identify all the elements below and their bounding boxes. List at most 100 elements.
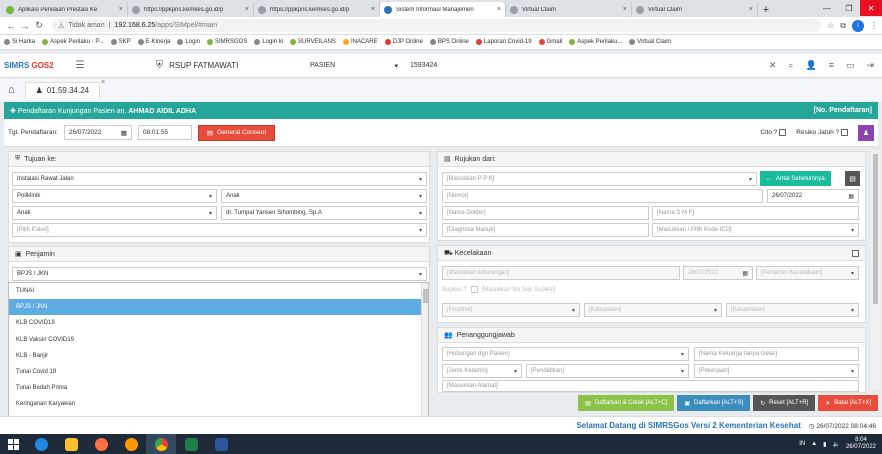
hubungan-select[interactable]: [Hubungan dgn Pasien] ▾: [442, 347, 689, 361]
calendar-icon[interactable]: ▦: [742, 270, 748, 277]
resiko-checkbox[interactable]: [841, 128, 848, 136]
bookmark-item[interactable]: DJP Online: [384, 39, 423, 45]
poli-select[interactable]: Anak ▾: [221, 189, 427, 203]
kecamatan-select[interactable]: [Kecamatan] ▾: [726, 303, 859, 317]
menu-icon[interactable]: ⋮: [870, 21, 878, 30]
rujukan-date-input[interactable]: 26/07/2022 ▦: [767, 189, 859, 203]
nomor-input[interactable]: [Nomor]: [442, 189, 763, 203]
daftar-cetak-button[interactable]: ▤ Daftarkan & Cetak [ALT+C]: [578, 395, 675, 411]
taskbar-clock[interactable]: 8:04 26/07/2022: [846, 437, 876, 451]
bookmark-item[interactable]: Laporan Covid-19: [475, 39, 532, 45]
dokter-select[interactable]: dr. Tumpal Yansen Sihombing, Sp.A ▾: [221, 206, 427, 220]
bookmark-item[interactable]: SKP: [110, 39, 131, 45]
bookmark-item[interactable]: Login: [177, 39, 200, 45]
dropdown-option[interactable]: TUNAI: [9, 283, 428, 299]
excel-icon[interactable]: [176, 434, 206, 454]
kecelakaan-checkbox[interactable]: [852, 249, 859, 257]
browser-tab-active[interactable]: Sistem Informasi Manajemen ×: [380, 2, 506, 17]
dropdown-option-selected[interactable]: BPJS / JKN: [9, 299, 428, 316]
kecelakaan-date-input[interactable]: 26/07/2022 ▦: [683, 266, 753, 280]
close-icon[interactable]: ×: [101, 79, 105, 86]
bookmark-item[interactable]: Si Harka: [4, 39, 35, 45]
star-icon[interactable]: ☆: [827, 21, 834, 30]
close-icon[interactable]: ×: [497, 6, 501, 13]
search-icon[interactable]: ⌕: [788, 60, 793, 71]
logout-icon[interactable]: ⇥: [866, 60, 874, 71]
minimize-button[interactable]: —: [816, 0, 838, 16]
bookmark-item[interactable]: Aspek Perilaku...: [569, 39, 622, 45]
language-indicator[interactable]: IN: [799, 441, 805, 447]
search-type-select[interactable]: PASIEN ▾: [310, 62, 402, 70]
list-icon[interactable]: ≡: [829, 60, 834, 71]
ppk-input[interactable]: [Masukkan P P K] ▾: [442, 172, 757, 186]
user-action-button[interactable]: ♟: [858, 124, 874, 141]
page-scrollbar[interactable]: [871, 150, 880, 390]
dropdown-option[interactable]: KLB - Banjir: [9, 348, 428, 364]
calendar-icon[interactable]: ▦: [121, 129, 127, 137]
reset-button[interactable]: ↻ Reset [ALT+R]: [753, 395, 816, 411]
daftar-button[interactable]: ▣ Daftarkan [ALT+S]: [677, 395, 751, 411]
home-icon[interactable]: ⌂: [8, 84, 15, 96]
cito-checkbox[interactable]: [779, 128, 787, 136]
url-input[interactable]: ⚠ Tidak aman | 192.168.6.25/apps/SIMpel/…: [52, 19, 822, 32]
browser-tab[interactable]: Virtual Claim ×: [632, 2, 758, 17]
pekerjaan-select[interactable]: [Pekerjaan] ▾: [694, 364, 859, 378]
nama-dokter-input[interactable]: [Nama Dokter]: [442, 206, 649, 220]
registration-time-field[interactable]: 08:01:55: [137, 125, 192, 140]
file-button[interactable]: ▤: [845, 171, 860, 186]
penjamin-select[interactable]: BPJS / JKN ▾: [12, 267, 427, 281]
kabupaten-select[interactable]: [Kabupaten] ▾: [584, 303, 722, 317]
browser-tab[interactable]: https://ppkpns.kemkes.go.id/p ×: [128, 2, 254, 17]
add-user-icon[interactable]: 👤: [805, 60, 816, 71]
close-icon[interactable]: ×: [119, 6, 123, 13]
bookmark-item[interactable]: BPS Online: [429, 39, 469, 45]
icd-select[interactable]: [Masukkan / Pilih Kode ICD] ▾: [652, 223, 859, 237]
suplesi-checkbox[interactable]: [470, 286, 478, 293]
close-icon[interactable]: ×: [749, 6, 753, 13]
file-explorer-icon[interactable]: [56, 434, 86, 454]
browser-tab[interactable]: Aplikasi Penilaian Prestasi Ke ×: [2, 2, 128, 17]
new-tab-button[interactable]: +: [758, 2, 774, 17]
search-input[interactable]: 1593424: [402, 62, 769, 69]
sub-poli-select[interactable]: Anak ▾: [12, 206, 217, 220]
network-icon[interactable]: ▮: [823, 441, 826, 448]
calendar-icon[interactable]: ▦: [848, 193, 854, 200]
windows-start-icon[interactable]: [0, 434, 26, 454]
dropdown-option[interactable]: Tunai Covid 19: [9, 364, 428, 380]
card-icon[interactable]: ▭: [846, 60, 855, 71]
penjamin-kecelakaan-select[interactable]: [Penjamin Kecelakaan] ▾: [756, 266, 859, 280]
bookmark-item[interactable]: E-Kinerja: [137, 39, 170, 45]
instalasi-select[interactable]: Instalasi Rawat Jalan ▾: [12, 172, 427, 186]
bookmark-item[interactable]: Login ki: [254, 39, 283, 45]
nama-keluarga-input[interactable]: [Nama Keluarga tanpa Gelar]: [694, 347, 859, 361]
volume-icon[interactable]: 🔈: [832, 441, 839, 448]
internet-explorer-icon[interactable]: [26, 434, 56, 454]
browser-tab[interactable]: https://ppkpns.kemkes.go.id/p ×: [254, 2, 380, 17]
firefox-icon[interactable]: [116, 434, 146, 454]
window-close-button[interactable]: ✕: [860, 0, 882, 16]
paket-select[interactable]: [Pilih Paket] ▾: [12, 223, 427, 237]
propinsi-select[interactable]: [Propinsi] ▾: [442, 303, 580, 317]
dropdown-option[interactable]: KLB COVID19: [9, 315, 428, 331]
alamat-input[interactable]: [Masukkan Alamat]: [442, 380, 859, 392]
back-icon[interactable]: ←: [4, 21, 18, 31]
chrome-icon[interactable]: [146, 434, 176, 454]
close-icon[interactable]: ×: [371, 6, 375, 13]
registration-date-field[interactable]: 26/07/2022 ▦: [63, 125, 132, 140]
nama-smf-input[interactable]: [Nama S M F]: [652, 206, 859, 220]
bookmark-item[interactable]: SIMRSGOS: [207, 39, 247, 45]
keterangan-input[interactable]: [Masukkan keterangan]: [442, 266, 680, 280]
bookmark-item[interactable]: Aspek Perilaku - P...: [42, 39, 104, 45]
bookmark-item[interactable]: Gmail: [538, 39, 562, 45]
reload-icon[interactable]: ↻: [32, 20, 46, 31]
jenis-kelamin-select[interactable]: [Jenis Kelamin] ▾: [442, 364, 522, 378]
media-player-icon[interactable]: [86, 434, 116, 454]
bookmark-item[interactable]: INACARE: [342, 39, 378, 45]
extensions-icon[interactable]: ⧉: [840, 21, 846, 31]
batal-button[interactable]: ✕ Batal [ALT+X]: [818, 395, 878, 411]
dropdown-option[interactable]: KLB Vaksin COVID19: [9, 332, 428, 348]
word-icon[interactable]: [206, 434, 236, 454]
maximize-button[interactable]: ❐: [838, 0, 860, 16]
bookmark-item[interactable]: Virtual Claim: [629, 39, 671, 45]
bookmark-item[interactable]: SURVEILANS: [290, 39, 336, 45]
